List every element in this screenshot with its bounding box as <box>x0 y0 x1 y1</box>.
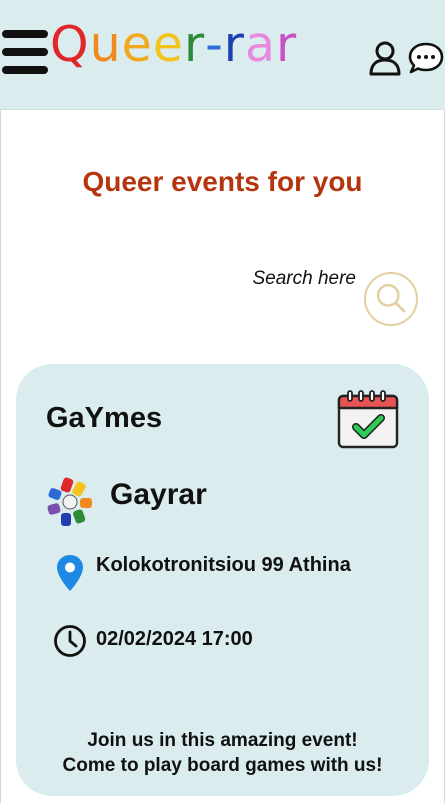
logo-letter: e <box>121 16 153 73</box>
event-datetime: 02/02/2024 17:00 <box>96 628 253 650</box>
search-icon <box>376 283 406 313</box>
search-label: Search here <box>252 268 356 289</box>
calendar-check-icon[interactable] <box>336 390 400 450</box>
logo-letter: u <box>89 16 122 73</box>
location-pin-icon <box>57 555 83 591</box>
logo-letter: e <box>152 16 184 73</box>
event-description: Join us in this amazing event! Come to p… <box>16 728 429 778</box>
organizer-logo <box>47 477 92 526</box>
search-button[interactable] <box>364 272 418 326</box>
organizer-name[interactable]: Gayrar <box>110 478 207 512</box>
logo-letter: - <box>205 16 224 73</box>
event-description-line: Come to play board games with us! <box>62 755 383 776</box>
app-header: Queer-rar <box>0 0 445 110</box>
app-logo[interactable]: Queer-rar <box>50 18 297 72</box>
event-description-line: Join us in this amazing event! <box>87 730 358 751</box>
user-icon[interactable] <box>368 40 402 76</box>
logo-letter: Q <box>50 16 90 73</box>
logo-letter: r <box>183 16 206 73</box>
logo-letter: a <box>244 16 276 73</box>
event-title: GaYmes <box>46 402 163 434</box>
logo-letter: r <box>223 16 245 73</box>
logo-letter: r <box>275 16 298 73</box>
event-address: Kolokotronitsiou 99 Athina <box>96 554 351 576</box>
hamburger-menu-icon[interactable] <box>2 30 48 74</box>
event-card[interactable]: GaYmes Gayrar Kolokotronitsiou 99 Athina… <box>16 364 429 796</box>
chat-icon[interactable] <box>408 41 444 75</box>
page-title: Queer events for you <box>82 166 363 197</box>
clock-icon <box>54 625 86 657</box>
